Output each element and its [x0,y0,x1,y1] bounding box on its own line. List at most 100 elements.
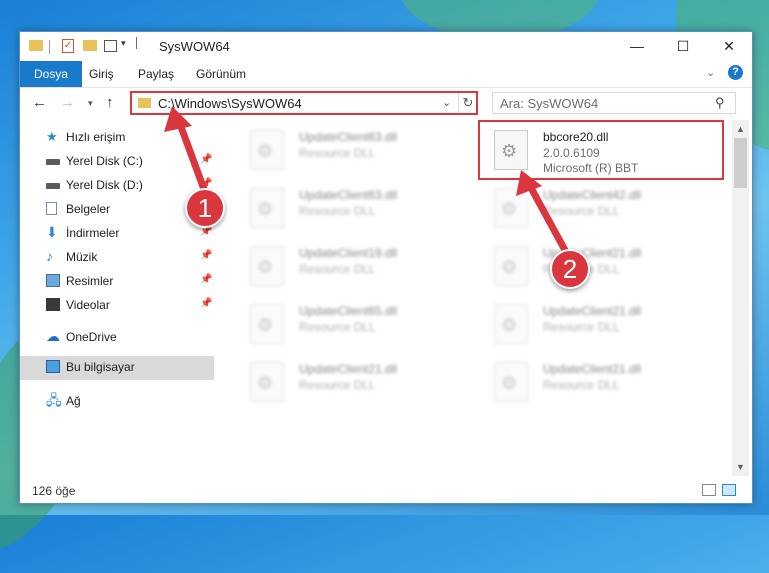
pin-icon: 📌 [200,250,213,261]
search-icon[interactable]: ⚲ [715,95,725,111]
video-icon [46,298,60,311]
dll-file-icon: ⚙ [250,188,284,228]
step-badge-1: 1 [185,188,225,228]
gear-icon: ⚙ [501,373,518,393]
sidebar-item-downloads[interactable]: ⬇ İndirmeler 📌 [20,222,214,244]
tiles-view-icon[interactable] [722,484,736,496]
pin-icon: 📌 [200,154,213,165]
title-bar: ✓ ▾ │ SysWOW64 — ☐ ✕ [20,32,752,61]
file-type: Resource DLL [543,204,620,218]
chevron-down-icon[interactable]: ⌄ [442,96,451,109]
list-item[interactable]: ⚙ UpdateClient65.dll Resource DLL [242,298,462,350]
sidebar-item-local-disk-c[interactable]: Yerel Disk (C:) 📌 [20,150,214,172]
sidebar-item-label: Videolar [66,298,110,312]
gear-icon: ⚙ [501,315,518,335]
gear-icon: ⚙ [257,373,274,393]
back-arrow-icon[interactable]: ← [32,94,47,111]
file-type: Resource DLL [299,146,376,160]
file-type: Resource DLL [299,262,376,276]
search-input[interactable]: Ara: SysWOW64 ⚲ [492,92,736,114]
dll-file-icon: ⚙ [250,130,284,170]
file-type: Resource DLL [543,378,620,392]
list-item[interactable]: ⚙ UpdateClient42.dll Resource DLL [486,182,706,234]
list-item[interactable]: ⚙ UpdateClient21.dll Resource DLL [486,356,706,408]
navigation-bar: ← → ▾ ↑ C:\Windows\SysWOW64 ⌄ ↻ Ara: Sys… [20,88,752,118]
address-bar[interactable]: C:\Windows\SysWOW64 ⌄ ↻ [130,91,478,115]
sidebar-item-label: Yerel Disk (C:) [66,154,143,168]
list-item[interactable]: ⚙ UpdateClient21.dll Resource DLL [486,240,706,292]
minimize-button[interactable]: — [614,32,660,61]
highlight-box [478,120,724,180]
dll-file-icon: ⚙ [494,304,528,344]
sidebar-item-quick-access[interactable]: ★ Hızlı erişim [20,126,214,148]
tab-home[interactable]: Giriş [77,61,126,87]
file-type: Resource DLL [299,320,376,334]
folder-icon [29,40,43,51]
sidebar-item-local-disk-d[interactable]: Yerel Disk (D:) 📌 [20,174,214,196]
scroll-thumb[interactable] [734,138,747,188]
help-icon[interactable]: ? [728,65,743,80]
sidebar-item-onedrive[interactable]: ☁ OneDrive [20,326,214,348]
list-item[interactable]: ⚙ UpdateClient21.dll Resource DLL [486,298,706,350]
tab-view[interactable]: Görünüm [184,61,258,87]
sidebar-item-this-pc[interactable]: Bu bilgisayar [20,356,214,380]
sidebar-item-videos[interactable]: Videolar 📌 [20,294,214,316]
sidebar-item-label: Bu bilgisayar [66,360,135,374]
list-item[interactable]: ⚙ UpdateClient63.dll Resource DLL [242,124,462,176]
file-name: UpdateClient21.dll [543,362,642,376]
file-list: ⚙ UpdateClient63.dll Resource DLL ⚙ Upda… [230,120,730,476]
list-item[interactable]: ⚙ UpdateClient19.dll Resource DLL [242,240,462,292]
sidebar-item-label: Hızlı erişim [66,130,126,144]
file-type: Resource DLL [299,204,376,218]
recent-locations-icon[interactable]: ▾ [88,98,93,109]
file-type: Resource DLL [543,320,620,334]
sidebar-item-network[interactable]: 🖧 Ağ [20,390,214,412]
gear-icon: ⚙ [501,257,518,277]
chevron-down-icon[interactable]: ▾ [121,38,126,54]
tab-file[interactable]: Dosya [20,61,83,87]
expand-ribbon-icon[interactable]: ⌄ [706,66,715,79]
details-view-icon[interactable] [702,484,716,496]
explorer-window: ✓ ▾ │ SysWOW64 — ☐ ✕ Dosya Giriş Paylaş … [19,31,753,504]
vertical-scrollbar[interactable]: ▲ ▼ [732,120,749,476]
sidebar-item-music[interactable]: ♪ Müzik 📌 [20,246,214,268]
step-badge-2: 2 [550,249,590,289]
status-bar: 126 öğe [20,478,752,502]
sidebar-item-pictures[interactable]: Resimler 📌 [20,270,214,292]
item-count: 126 öğe [32,484,76,498]
dll-file-icon: ⚙ [494,362,528,402]
file-name: UpdateClient21.dll [299,362,398,376]
list-item[interactable]: ⚙ UpdateClient21.dll Resource DLL [242,356,462,408]
sidebar-item-label: Resimler [66,274,114,288]
address-path[interactable]: C:\Windows\SysWOW64 [158,96,302,111]
file-name: UpdateClient21.dll [543,304,642,318]
up-arrow-icon[interactable]: ↑ [106,94,114,111]
new-folder-icon[interactable] [83,40,97,51]
gear-icon: ⚙ [257,141,274,161]
pin-icon: 📌 [200,298,213,309]
scroll-down-icon[interactable]: ▼ [736,462,745,472]
tab-share[interactable]: Paylaş [126,61,186,87]
ribbon-tabs: Dosya Giriş Paylaş Görünüm ⌄ ? [20,61,752,88]
close-button[interactable]: ✕ [706,32,752,61]
toolbar-divider [49,40,50,54]
gear-icon: ⚙ [501,199,518,219]
forward-arrow-icon[interactable]: → [60,94,75,111]
refresh-icon[interactable]: ↻ [458,93,477,113]
folder-icon [138,98,151,108]
list-item[interactable]: ⚙ UpdateClient63.dll Resource DLL [242,182,462,234]
dll-file-icon: ⚙ [250,246,284,286]
dll-file-icon: ⚙ [250,362,284,402]
scroll-up-icon[interactable]: ▲ [736,124,745,134]
network-icon: 🖧 [46,392,62,408]
properties-check-icon[interactable]: ✓ [62,39,74,53]
gear-icon: ⚙ [257,257,274,277]
customize-toolbar-icon[interactable]: │ [134,38,140,54]
sidebar-item-label: İndirmeler [66,226,120,240]
maximize-button[interactable]: ☐ [660,32,706,61]
file-name: UpdateClient63.dll [299,188,398,202]
sidebar-item-label: Yerel Disk (D:) [66,178,143,192]
dll-file-icon: ⚙ [494,246,528,286]
properties-icon[interactable] [104,40,117,52]
download-icon: ⬇ [46,224,58,240]
